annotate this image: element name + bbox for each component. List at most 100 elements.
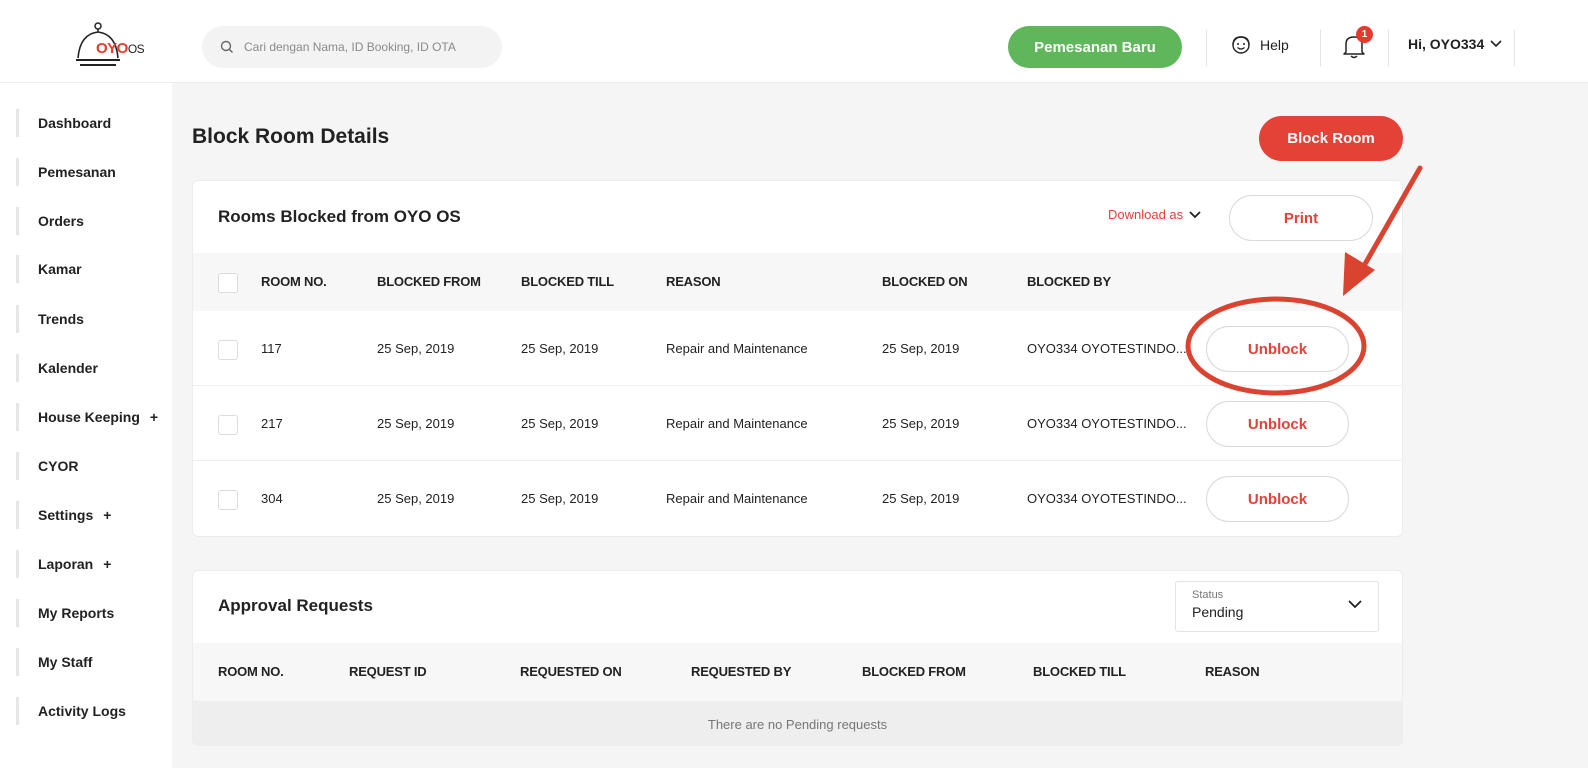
chevron-down-icon: [1348, 600, 1362, 609]
header-divider: [1388, 30, 1389, 66]
chevron-down-icon: [1189, 210, 1201, 218]
search-icon: [220, 40, 233, 53]
sidebar-item-label: Trends: [38, 311, 84, 327]
blocked-till: 25 Sep, 2019: [521, 416, 599, 431]
sidebar-item-label: Dashboard: [38, 115, 112, 131]
column-header: BLOCKED TILL: [1033, 664, 1126, 679]
unblock-button[interactable]: Unblock: [1206, 401, 1349, 447]
sidebar-item-label: Settings: [38, 507, 94, 523]
oyo-os-logo[interactable]: OYOOS: [72, 22, 162, 72]
header-divider: [1206, 30, 1207, 66]
notifications-button[interactable]: 1: [1342, 26, 1376, 62]
card-title: Rooms Blocked from OYO OS: [218, 207, 461, 226]
blocked-from: 25 Sep, 2019: [377, 416, 455, 431]
sidebar-item-label: Laporan: [38, 556, 94, 572]
blocked-till: 25 Sep, 2019: [521, 491, 599, 506]
table-row: 217 25 Sep, 2019 25 Sep, 2019 Repair and…: [193, 386, 1402, 461]
blocked-by: OYO334 OYOTESTINDO...: [1027, 416, 1187, 431]
page-title: Block Room Details: [192, 125, 390, 148]
help-button[interactable]: Help: [1230, 34, 1289, 56]
expand-plus-icon: +: [103, 556, 112, 572]
column-header: ROOM NO.: [218, 664, 284, 679]
blocked-on: 25 Sep, 2019: [882, 491, 960, 506]
column-header: REQUESTED ON: [520, 664, 622, 679]
column-header: REQUEST ID: [349, 664, 427, 679]
new-booking-button[interactable]: Pemesanan Baru: [1008, 26, 1182, 68]
search-bar[interactable]: [202, 26, 502, 68]
user-menu[interactable]: Hi, OYO334: [1408, 36, 1502, 52]
table-header: ROOM NO. BLOCKED FROM BLOCKED TILL REASO…: [193, 253, 1402, 311]
card-title: Approval Requests: [218, 596, 373, 615]
unblock-button[interactable]: Unblock: [1206, 476, 1349, 522]
download-label: Download as: [1108, 207, 1184, 222]
top-header: OYOOS Pemesanan Baru Help 1 Hi, OYO334: [0, 0, 1588, 83]
sidebar-item-cyor[interactable]: CYOR: [16, 452, 172, 480]
sidebar-item-label: My Staff: [38, 654, 93, 670]
status-filter-select[interactable]: Status Pending: [1175, 581, 1379, 632]
logo-suffix: OS: [127, 42, 145, 56]
sidebar-item-laporan[interactable]: Laporan +: [16, 550, 172, 578]
support-agent-icon: [1232, 36, 1250, 54]
help-label: Help: [1260, 37, 1289, 53]
sidebar-item-kamar[interactable]: Kamar: [16, 255, 172, 283]
sidebar: Dashboard Pemesanan Orders Kamar Trends …: [0, 83, 172, 768]
row-checkbox[interactable]: [218, 415, 238, 435]
row-checkbox[interactable]: [218, 340, 238, 360]
download-as-dropdown[interactable]: Download as: [1108, 207, 1201, 222]
sidebar-item-trends[interactable]: Trends: [16, 305, 172, 333]
blocked-from: 25 Sep, 2019: [377, 341, 455, 356]
sidebar-item-label: House Keeping: [38, 409, 140, 425]
sidebar-item-settings[interactable]: Settings +: [16, 501, 172, 529]
room-number: 117: [261, 341, 282, 356]
blocked-till: 25 Sep, 2019: [521, 341, 599, 356]
sidebar-item-label: CYOR: [38, 458, 79, 474]
chevron-down-icon: [1490, 40, 1502, 48]
sidebar-item-pemesanan[interactable]: Pemesanan: [16, 158, 172, 186]
column-header: BLOCKED TILL: [521, 274, 614, 289]
column-header: REASON: [1205, 664, 1260, 679]
expand-plus-icon: +: [149, 409, 159, 425]
search-input[interactable]: [244, 40, 484, 54]
sidebar-item-label: Orders: [38, 213, 84, 229]
block-room-button[interactable]: Block Room: [1259, 116, 1403, 161]
table-row: 117 25 Sep, 2019 25 Sep, 2019 Repair and…: [193, 311, 1402, 386]
print-button[interactable]: Print: [1229, 195, 1373, 241]
sidebar-item-my-reports[interactable]: My Reports: [16, 599, 172, 627]
notification-badge: 1: [1356, 26, 1373, 43]
table-row: 304 25 Sep, 2019 25 Sep, 2019 Repair and…: [193, 461, 1402, 536]
column-header: BLOCKED ON: [882, 274, 968, 289]
sidebar-item-label: Pemesanan: [38, 164, 116, 180]
table-header: ROOM NO. REQUEST ID REQUESTED ON REQUEST…: [193, 643, 1402, 701]
column-header: BLOCKED FROM: [377, 274, 481, 289]
sidebar-item-orders[interactable]: Orders: [16, 207, 172, 235]
unblock-button[interactable]: Unblock: [1206, 326, 1349, 372]
reason: Repair and Maintenance: [666, 341, 808, 356]
blocked-by: OYO334 OYOTESTINDO...: [1027, 341, 1187, 356]
column-header: REQUESTED BY: [691, 664, 792, 679]
sidebar-item-label: Kalender: [38, 360, 98, 376]
logo-text: OYO: [96, 40, 128, 57]
sidebar-item-label: Kamar: [38, 261, 82, 277]
select-all-checkbox[interactable]: [218, 273, 238, 293]
status-label: Status: [1192, 589, 1224, 601]
expand-plus-icon: +: [103, 507, 112, 523]
blocked-on: 25 Sep, 2019: [882, 416, 960, 431]
blocked-rooms-card: Rooms Blocked from OYO OS Download as Pr…: [192, 180, 1403, 537]
sidebar-item-house-keeping[interactable]: House Keeping +: [16, 403, 172, 431]
sidebar-item-my-staff[interactable]: My Staff: [16, 648, 172, 676]
sidebar-item-kalender[interactable]: Kalender: [16, 354, 172, 382]
row-checkbox[interactable]: [218, 490, 238, 510]
blocked-on: 25 Sep, 2019: [882, 341, 960, 356]
reason: Repair and Maintenance: [666, 416, 808, 431]
sidebar-item-activity-logs[interactable]: Activity Logs: [16, 697, 172, 725]
sidebar-item-dashboard[interactable]: Dashboard: [16, 109, 172, 137]
blocked-by: OYO334 OYOTESTINDO...: [1027, 491, 1187, 506]
sidebar-item-label: My Reports: [38, 605, 115, 621]
status-value: Pending: [1192, 604, 1244, 620]
empty-state-message: There are no Pending requests: [193, 701, 1402, 745]
room-number: 304: [261, 491, 283, 506]
user-greeting: Hi, OYO334: [1408, 36, 1485, 52]
sidebar-item-label: Activity Logs: [38, 703, 126, 719]
column-header: REASON: [666, 274, 721, 289]
approval-requests-card: Approval Requests Status Pending ROOM NO…: [192, 570, 1403, 746]
